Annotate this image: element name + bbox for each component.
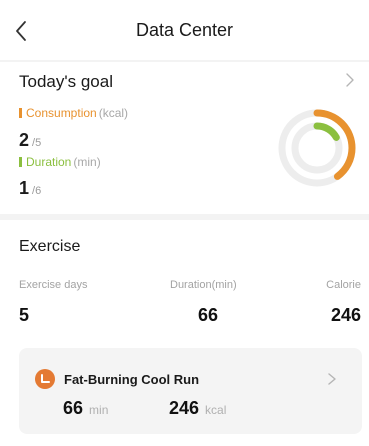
duration-color-marker <box>19 157 22 167</box>
duration-unit: (min) <box>73 155 101 169</box>
exercise-title: Exercise <box>19 238 81 255</box>
stat-value-calorie: 246 <box>330 305 361 325</box>
consumption-current: 2 <box>19 130 30 150</box>
duration-target: /6 <box>32 185 42 197</box>
consumption-color-marker <box>19 108 22 118</box>
activity-duration-value: 66 <box>63 398 84 418</box>
chevron-right-icon[interactable] <box>341 71 359 89</box>
activity-duration: 66 min <box>63 398 108 419</box>
activity-card[interactable]: Fat-Burning Cool Run 66 min 246 kcal <box>19 348 362 434</box>
consumption-target: /5 <box>32 137 42 149</box>
stat-value-duration: 66 <box>198 305 219 325</box>
goal-title: Today's goal <box>19 72 113 91</box>
consumption-label-row: Consumption (kcal) <box>19 106 128 120</box>
duration-current: 1 <box>19 178 30 198</box>
activity-calories: 246 kcal <box>169 398 226 419</box>
activity-calories-unit: kcal <box>205 403 227 417</box>
duration-label: Duration <box>26 155 72 169</box>
consumption-value: 2 /5 <box>19 130 41 151</box>
header: Data Center <box>0 0 369 60</box>
chevron-right-icon[interactable] <box>324 371 340 387</box>
duration-value: 1 /6 <box>19 178 41 199</box>
stat-label-calorie: Calorie <box>326 279 361 291</box>
stat-value-exercise-days: 5 <box>19 305 30 325</box>
activity-name: Fat-Burning Cool Run <box>64 372 200 387</box>
consumption-unit: (kcal) <box>98 106 129 120</box>
duration-label-row: Duration (min) <box>19 155 101 169</box>
running-icon <box>35 369 55 389</box>
stat-label-exercise-days: Exercise days <box>19 279 88 291</box>
todays-goal-card[interactable]: Today's goal Consumption (kcal) 2 /5 Dur… <box>0 62 369 214</box>
goal-progress-ring <box>278 109 356 187</box>
consumption-label: Consumption <box>26 106 97 120</box>
page-title: Data Center <box>135 20 234 40</box>
activity-duration-unit: min <box>89 403 109 417</box>
stat-label-duration: Duration(min) <box>170 279 237 291</box>
activity-calories-value: 246 <box>169 398 200 418</box>
exercise-section: Exercise Exercise days Duration(min) Cal… <box>0 220 369 446</box>
